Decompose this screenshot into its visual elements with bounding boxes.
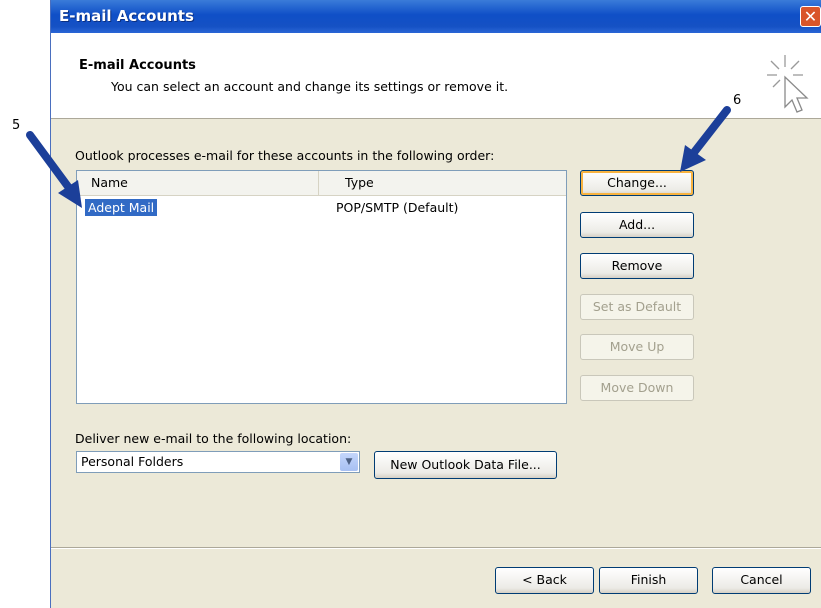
arrow-6-icon [680,106,731,172]
arrow-5-icon [26,131,82,208]
arrow-annotations [26,106,731,208]
